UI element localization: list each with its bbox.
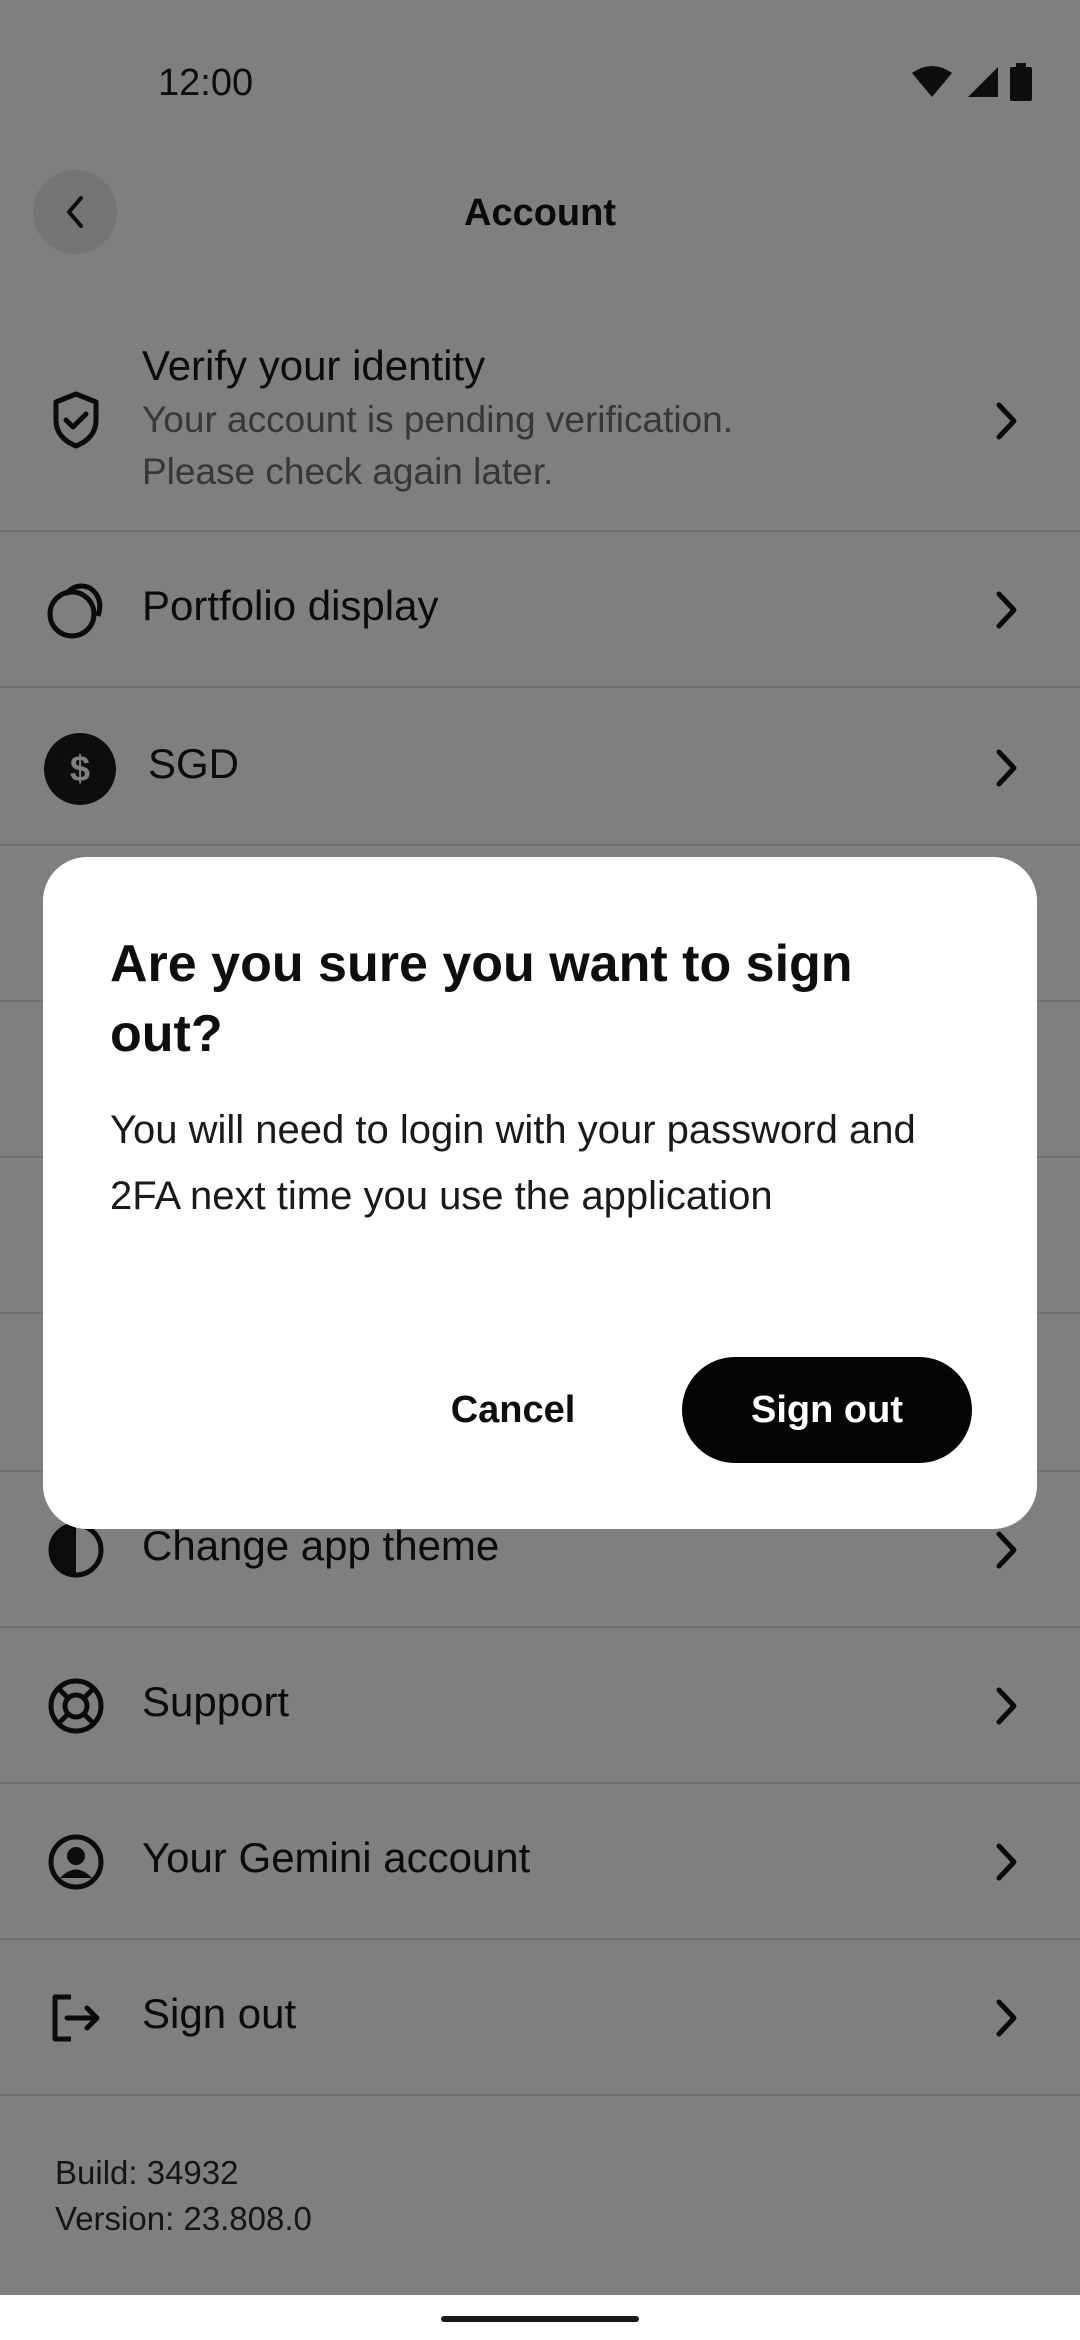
cancel-button[interactable]: Cancel	[403, 1357, 623, 1463]
confirm-sign-out-button[interactable]: Sign out	[682, 1357, 972, 1463]
account-screen: 12:00 Account	[0, 0, 1080, 2340]
gesture-nav-handle[interactable]	[441, 2316, 639, 2322]
dialog-message: You will need to login with your passwor…	[110, 1108, 916, 1218]
sign-out-dialog: Are you sure you want to sign out? You w…	[43, 857, 1037, 1529]
dialog-title: Are you sure you want to sign out?	[110, 935, 853, 1063]
